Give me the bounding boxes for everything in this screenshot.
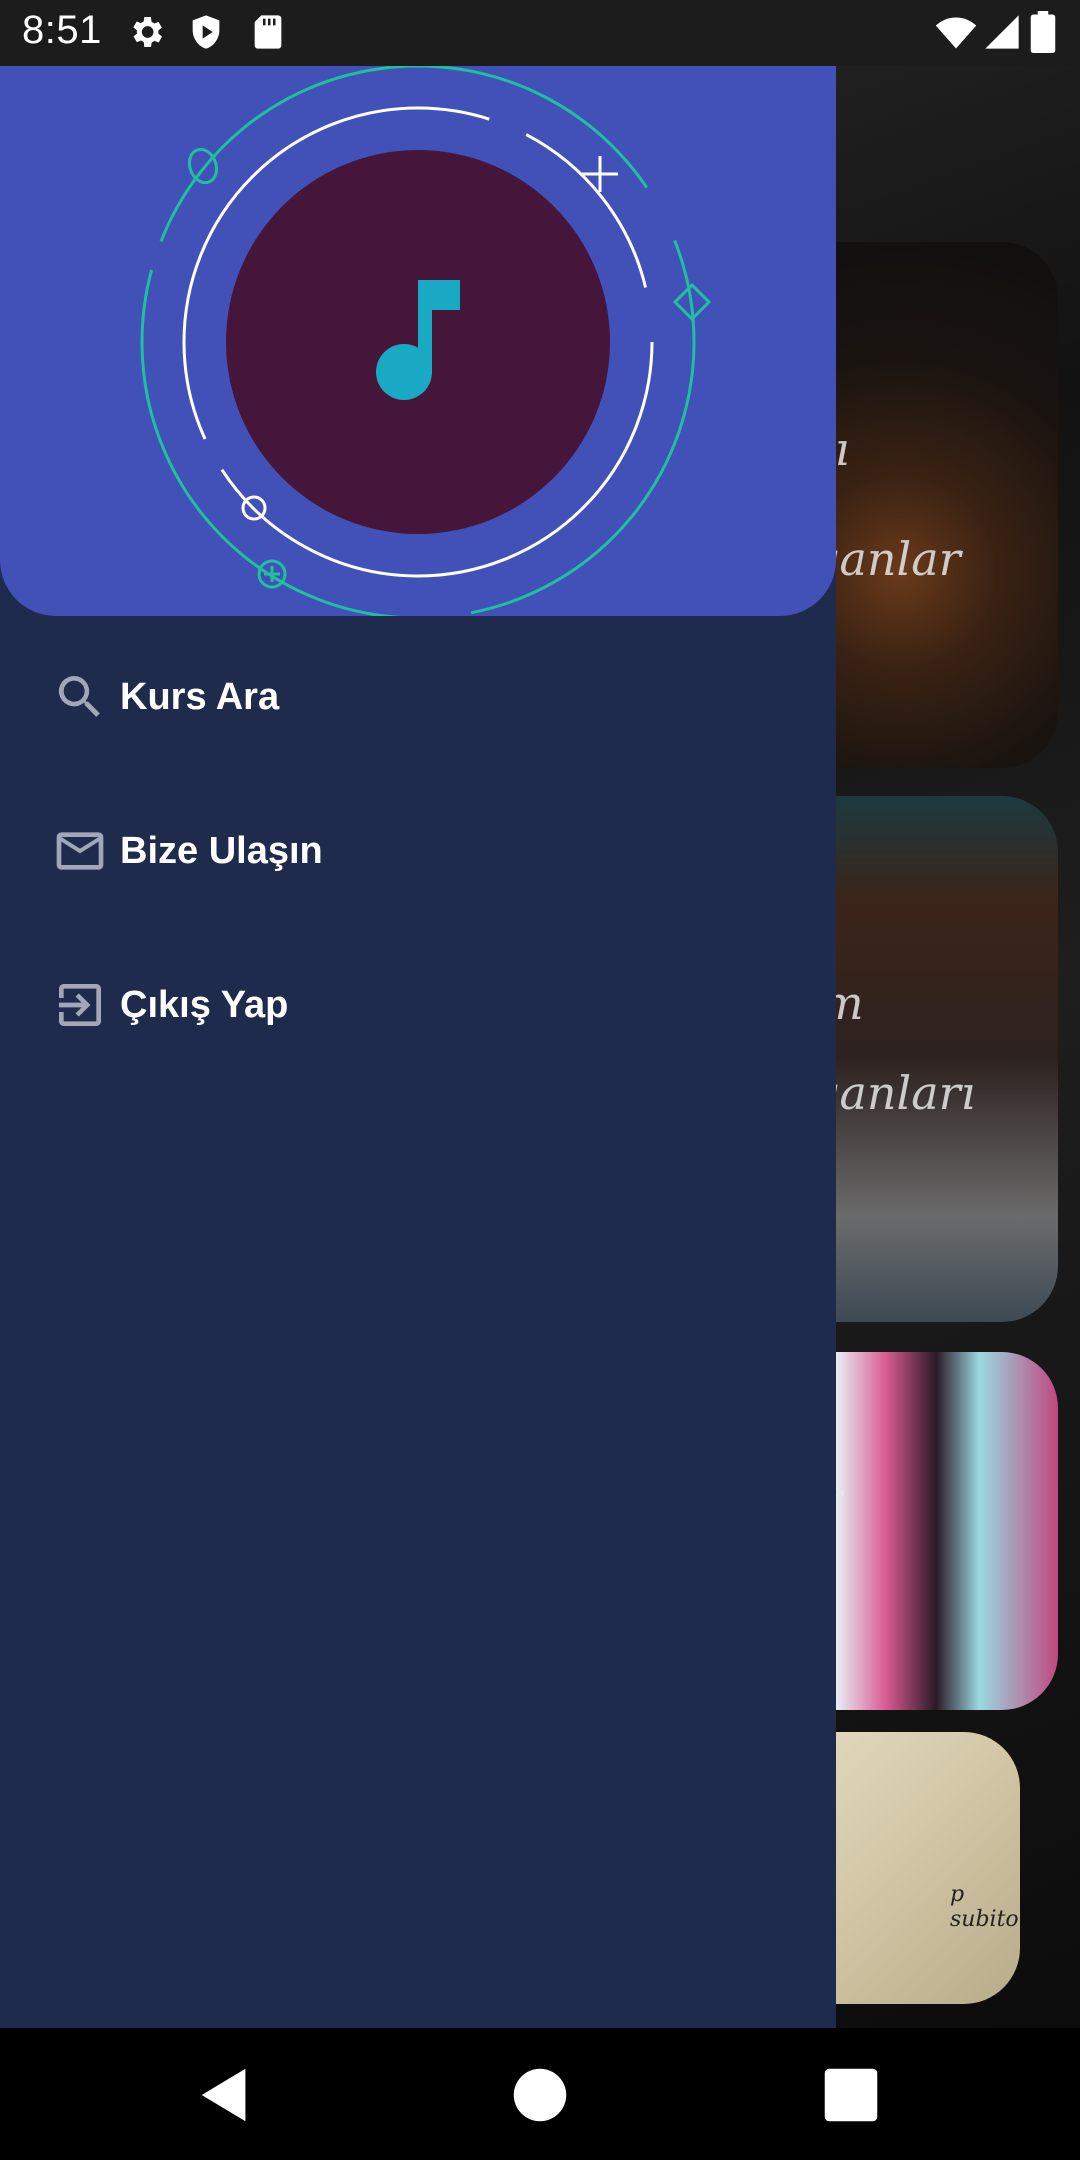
- sd-card-icon: [254, 15, 282, 49]
- menu-item-label: Çıkış Yap: [120, 983, 289, 1026]
- search-icon: [58, 676, 100, 717]
- battery-icon: [1030, 11, 1056, 53]
- wifi-icon: [935, 17, 977, 49]
- music-logo: [140, 66, 712, 616]
- back-icon[interactable]: [190, 2060, 260, 2130]
- gear-icon: [133, 17, 162, 47]
- home-icon[interactable]: [505, 2060, 575, 2130]
- menu-item-contact-us[interactable]: Bize Ulaşın: [52, 816, 752, 886]
- logout-icon: [59, 984, 101, 1026]
- menu-item-label: Bize Ulaşın: [120, 829, 323, 872]
- signal-icon: [985, 15, 1019, 49]
- system-nav-bar: [0, 2028, 1080, 2160]
- course-card-title: p subito: [950, 1882, 1019, 1932]
- menu-item-label: Kurs Ara: [120, 675, 280, 718]
- status-time: 8:51: [22, 8, 102, 52]
- status-bar: 8:51: [0, 0, 1080, 66]
- shield-icon: [192, 15, 220, 49]
- navigation-drawer: Kurs Ara Bize Ulaşın Çıkış Yap: [0, 66, 836, 2028]
- drawer-header: [0, 66, 836, 616]
- recents-icon[interactable]: [816, 2060, 886, 2130]
- menu-item-search-course[interactable]: Kurs Ara: [52, 662, 752, 732]
- menu-item-logout[interactable]: Çıkış Yap: [52, 970, 752, 1040]
- mail-icon: [56, 832, 104, 870]
